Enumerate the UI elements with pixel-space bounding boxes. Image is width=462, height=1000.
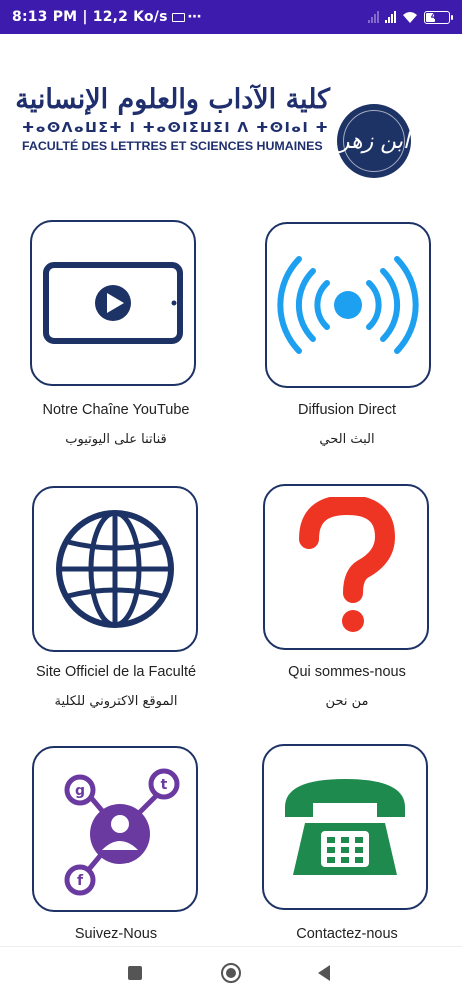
tile-contact-label-fr: Contactez-nous [296,926,398,942]
tile-youtube-label-ar: قناتنا على اليوتيوب [65,432,167,447]
recent-apps-button[interactable] [128,966,142,980]
telephone-icon [285,779,405,875]
home-button[interactable] [221,963,241,983]
tile-website-label-fr: Site Officiel de la Faculté [35,664,197,680]
live-broadcast-icon [277,256,419,354]
tile-about-label-fr: Qui sommes-nous [288,664,406,680]
tile-social-box[interactable]: g t f [32,746,198,912]
globe-icon [56,510,174,628]
svg-text:f: f [77,873,84,889]
tile-about-box[interactable] [263,484,429,650]
svg-text:g: g [75,783,85,799]
app-screen: 8:13 PM | 12,2 Ko/s ⋯ 41 كلية الآداب وال… [0,0,462,1000]
question-mark-icon [299,497,396,632]
tile-contact-box[interactable] [262,744,428,910]
back-button[interactable] [318,965,330,981]
tile-youtube-label-fr: Notre Chaîne YouTube [42,402,190,418]
svg-text:t: t [161,777,168,793]
tile-live-label-ar: البث الحي [319,432,375,447]
tile-live-label-fr: Diffusion Direct [297,402,397,418]
youtube-tablet-icon [43,262,183,344]
tile-about-label-ar: من نحن [325,694,369,709]
tile-contact[interactable]: Contactez-nous [0,0,428,942]
tile-live[interactable]: Diffusion Direct البث الحي [231,0,462,447]
tile-website-label-ar: الموقع الاكتروني للكلية [54,694,178,709]
tile-live-box[interactable] [265,222,431,388]
navigation-bar [0,946,462,1000]
social-network-icon: g t f [64,768,180,896]
tile-website-box[interactable] [32,486,198,652]
tile-social-label-fr: Suivez-Nous [74,926,158,942]
